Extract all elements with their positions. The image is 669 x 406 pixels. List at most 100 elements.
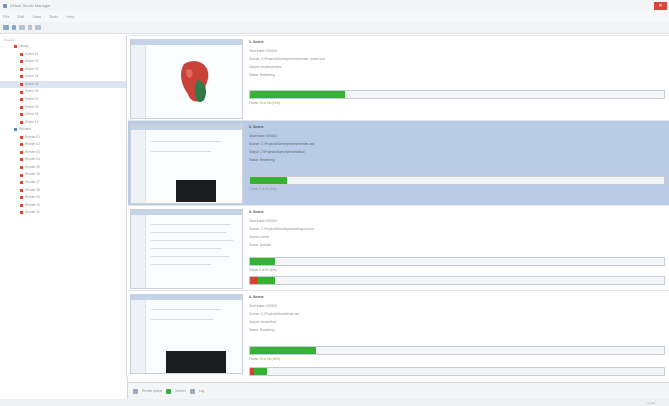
file-red-icon [20,203,23,207]
app-icon [3,3,7,8]
tree-item-label: Render 08 [25,187,40,192]
menu-help[interactable]: Help [66,14,74,19]
progress-fill [250,258,275,265]
job-line: Output: render/final [249,320,277,324]
tree-item[interactable]: Scene 07 [0,96,126,104]
status-item-monitor[interactable]: Monitor [175,389,186,393]
menu-tools[interactable]: Tools [49,14,58,19]
title-bar: Virtual Studio Manager ✕ [0,0,669,11]
job-details: 1. Scene Start frame: 000001 Source: C:\… [249,39,665,119]
tree-item[interactable]: Scene 03 [0,66,126,74]
job-card[interactable]: 4. Scene Start frame: 000001 Source: C:\… [128,290,669,376]
tree-item-label: Render 07 [25,180,40,185]
job-card[interactable]: 3. Scene Start frame: 000001 Source: C:\… [128,205,669,290]
job-thumbnail [130,294,243,374]
file-red-icon [20,75,23,79]
forward-icon[interactable] [12,25,16,30]
tree-item[interactable]: Render 08 [0,186,126,194]
menu-view[interactable]: View [32,14,41,19]
tree-item[interactable]: Render 02 [0,141,126,149]
job-thumbnail [130,124,243,204]
tree-item[interactable]: Render 09 [0,194,126,202]
tree-item[interactable]: Scene 09 [0,111,126,119]
job-card[interactable]: 1. Scene Start frame: 000001 Source: C:\… [128,35,669,120]
error-progress-bar [249,276,665,285]
progress-bar [249,90,665,99]
progress-bar [249,346,665,355]
monitor-icon[interactable] [166,388,172,394]
window-title: Virtual Studio Manager [10,3,51,8]
job-list: 1. Scene Start frame: 000001 Source: C:\… [128,35,669,377]
tree-item[interactable]: Render 01 [0,134,126,142]
file-red-icon [20,98,23,102]
status-item-queue[interactable]: Render queue [142,389,162,393]
tree-item[interactable]: Scene 02 [0,58,126,66]
refresh-icon[interactable] [19,25,25,30]
log-icon[interactable] [189,388,195,394]
menu-edit[interactable]: Edit [17,14,24,19]
tree-item[interactable]: Render 05 [0,164,126,172]
folder-blue-icon [14,128,17,132]
tree-item[interactable]: Scene 06 [0,88,126,96]
job-line: Start frame: 000001 [249,219,278,223]
status-item-log[interactable]: Log [199,389,204,393]
job-line: Output: render [249,235,270,239]
tree-item-label: Render 03 [25,149,40,154]
job-thumbnail [130,39,243,119]
job-status: Frame 14 of 60 (23%) [249,101,281,105]
tree-item[interactable]: Render 03 [0,149,126,157]
folder-red-icon [14,45,17,49]
job-line: Status: Rendering [249,328,275,332]
settings-icon[interactable] [35,25,41,30]
job-thumbnail [130,209,243,289]
job-line: Start frame: 000001 [249,134,278,138]
file-red-icon [20,211,23,215]
preview-dark-block [176,180,216,202]
job-title: 2. Scene [249,125,264,129]
back-icon[interactable] [3,25,9,30]
tree-item-label: Render 06 [25,172,40,177]
tree-item[interactable]: Scene 05 [0,80,126,89]
error-progress-bar [249,367,665,376]
project-tree[interactable]: Projects Library Scene 01 Scene 02 Scene 03… [0,35,127,399]
job-status: Frame 10 of 60 (16%) [249,357,281,361]
tree-item-label: Scene 10 [25,119,39,124]
file-red-icon [20,113,23,117]
tree-item[interactable]: Scene 10 [0,118,126,126]
file-red-icon [20,67,23,71]
menu-file[interactable]: File [3,14,9,19]
job-line: Source: C:\Projects\Scene\preview\layout… [249,227,314,231]
tree-item[interactable]: Render 04 [0,156,126,164]
tree-item[interactable]: Render 06 [0,171,126,179]
job-line: Source: C:\Projects\Scene\preview\render… [249,57,325,61]
tree-item[interactable]: Scene 04 [0,73,126,81]
tree-item[interactable]: Renders [0,126,126,134]
file-red-icon [20,135,23,139]
job-line: Output: C:\Projects\Scene\preview\final [249,150,305,154]
tree-item-label: Scene 05 [25,81,39,86]
job-details: 4. Scene Start frame: 000001 Source: C:\… [249,294,665,376]
tree-item[interactable]: Render 07 [0,179,126,187]
footer-text: 4 jobs [646,401,655,405]
file-red-icon [20,120,23,124]
scan-icon[interactable] [28,25,32,30]
tree-item[interactable]: Scene 08 [0,103,126,111]
queue-icon[interactable] [133,388,138,394]
menu-bar: File Edit View Tools Help [0,11,669,22]
tree-item[interactable]: Render 11 [0,209,126,217]
file-red-icon [20,166,23,170]
tree-item[interactable]: Render 10 [0,201,126,209]
close-button[interactable]: ✕ [654,2,667,10]
tree-item-label: Scene 02 [25,59,39,64]
tree-item[interactable]: Scene 01 [0,51,126,59]
file-red-icon [20,158,23,162]
job-card[interactable]: 2. Scene Start frame: 000001 Source: C:\… [128,120,669,205]
job-status: Frame 3 of 60 (6%) [249,268,277,272]
tree-item-label: Library [19,44,29,49]
tree-item-label: Render 04 [25,157,40,162]
tree-item[interactable]: Library [0,43,126,51]
job-line: Status: Rendering [249,158,275,162]
job-line: Status: Queued [249,243,272,247]
model-preview-icon [181,61,209,103]
toolbar [0,22,669,34]
